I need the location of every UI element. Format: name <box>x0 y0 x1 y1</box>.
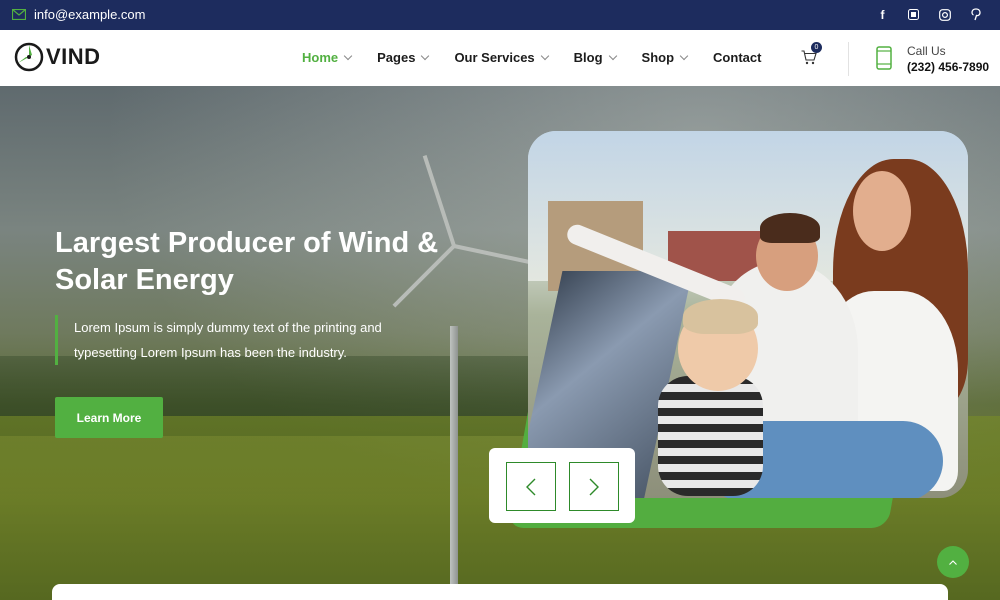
call-number: (232) 456-7890 <box>907 60 990 74</box>
nav-label: Pages <box>377 50 416 65</box>
chevron-down-icon <box>540 51 549 61</box>
nav-label: Shop <box>641 50 675 65</box>
wind-turbine-logo-icon <box>14 42 44 72</box>
contact-email[interactable]: info@example.com <box>12 7 145 22</box>
cart-count-badge: 0 <box>811 42 822 53</box>
blogger-icon[interactable] <box>907 7 920 22</box>
chevron-down-icon <box>679 51 689 61</box>
photo-woman-face <box>853 171 911 251</box>
slider-controls <box>489 448 635 523</box>
scroll-to-top-button[interactable] <box>937 546 969 578</box>
facebook-icon[interactable]: f <box>876 7 889 22</box>
nav-item-our-services[interactable]: Our Services <box>454 50 549 65</box>
main-header: VIND Home Pages Our Services Blog Shop C… <box>0 30 1000 86</box>
hero-section: Largest Producer of Wind & Solar Energy … <box>0 86 1000 600</box>
nav-label: Blog <box>573 50 603 65</box>
header-divider <box>848 42 849 76</box>
nav-label: Contact <box>713 50 762 65</box>
site-logo[interactable]: VIND <box>14 42 101 72</box>
social-links: f <box>876 7 982 22</box>
bottom-feature-card <box>52 584 948 600</box>
hero-title: Largest Producer of Wind & Solar Energy <box>55 227 439 296</box>
instagram-icon[interactable] <box>938 7 951 22</box>
slider-prev-button[interactable] <box>506 462 556 511</box>
nav-item-contact[interactable]: Contact <box>713 50 761 65</box>
nav-item-shop[interactable]: Shop <box>641 50 689 65</box>
nav-item-home[interactable]: Home <box>302 50 353 65</box>
learn-more-button[interactable]: Learn More <box>55 397 163 438</box>
chevron-left-icon <box>526 478 536 495</box>
hero-family-solar-image <box>528 131 968 498</box>
nav-item-pages[interactable]: Pages <box>377 50 430 65</box>
chevron-up-icon <box>949 559 957 565</box>
top-bar: info@example.com f <box>0 0 1000 30</box>
logo-text: VIND <box>46 44 101 69</box>
nav-item-blog[interactable]: Blog <box>573 50 617 65</box>
cart-button[interactable]: 0 <box>801 42 822 70</box>
mobile-phone-icon <box>876 46 892 70</box>
email-text: info@example.com <box>34 7 146 22</box>
hero-description: Lorem Ipsum is simply dummy text of the … <box>55 315 405 365</box>
nav-label: Our Services <box>454 50 535 65</box>
slider-next-button[interactable] <box>569 462 619 511</box>
chevron-right-icon <box>589 478 599 495</box>
envelope-icon <box>12 9 26 20</box>
call-label: Call Us <box>907 44 946 58</box>
photo-baby-hair <box>683 299 758 334</box>
chevron-down-icon <box>608 51 617 61</box>
photo-baby <box>658 376 763 496</box>
chevron-down-icon <box>343 51 353 61</box>
nav-label: Home <box>302 50 339 65</box>
main-nav: Home Pages Our Services Blog Shop Contac… <box>302 50 787 65</box>
chevron-down-icon <box>421 51 430 61</box>
wind-turbine-image <box>450 326 458 600</box>
pinterest-icon[interactable] <box>969 7 982 22</box>
photo-man-hair <box>760 213 820 243</box>
